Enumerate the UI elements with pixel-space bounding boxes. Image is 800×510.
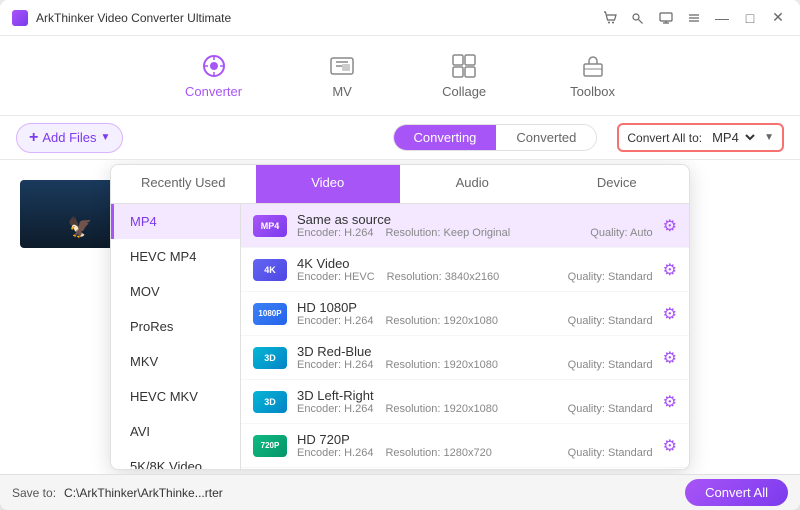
tab-audio[interactable]: Audio	[400, 165, 545, 203]
bottom-bar: Save to: C:\ArkThinker\ArkThinke...rter …	[0, 474, 800, 510]
format-list-item-mov[interactable]: MOV	[111, 274, 240, 309]
format-badge-3d-lr: 3D	[253, 391, 287, 413]
main-toolbar: + Add Files ▼ Converting Converted Conve…	[0, 116, 800, 160]
maximize-button[interactable]: □	[740, 8, 760, 28]
format-quality: Quality: Auto	[590, 227, 652, 239]
format-list-item-hevc-mkv[interactable]: HEVC MKV	[111, 379, 240, 414]
key-icon[interactable]	[628, 8, 648, 28]
converter-label: Converter	[185, 84, 242, 99]
format-encoder: Encoder: H.264	[297, 227, 373, 239]
format-option-info-3d-rb: 3D Red-Blue Encoder: H.264 Resolution: 1…	[297, 344, 653, 371]
app-window: ArkThinker Video Converter Ultimate — □ …	[0, 0, 800, 510]
collage-label: Collage	[442, 84, 486, 99]
format-option-info: Same as source Encoder: H.264 Resolution…	[297, 212, 653, 239]
mv-icon	[326, 52, 358, 80]
format-list-item-mkv[interactable]: MKV	[111, 344, 240, 379]
format-list-item-mp4[interactable]: MP4	[111, 204, 240, 239]
gear-icon-1[interactable]: ⚙	[663, 260, 677, 280]
format-option-name-4k: 4K Video	[297, 256, 653, 271]
converting-tab[interactable]: Converting	[394, 125, 497, 150]
gear-icon-2[interactable]: ⚙	[663, 304, 677, 324]
converter-icon	[198, 52, 230, 80]
format-badge-4k: 4K	[253, 259, 287, 281]
screen-icon[interactable]	[656, 8, 676, 28]
gear-icon-4[interactable]: ⚙	[663, 392, 677, 412]
save-to-label: Save to:	[12, 486, 56, 500]
main-content: 🦅 Source MKV 9... Recently Used Video Au…	[0, 160, 800, 510]
format-resolution: Resolution: Keep Original	[385, 227, 510, 239]
nav-toolbox[interactable]: Toolbox	[558, 44, 627, 107]
close-button[interactable]: ✕	[768, 8, 788, 28]
format-tabs: Recently Used Video Audio Device	[111, 165, 689, 204]
format-badge-1080p: 1080P	[253, 303, 287, 325]
gear-icon-5[interactable]: ⚙	[663, 436, 677, 456]
dropdown-arrow-icon: ▼	[101, 132, 111, 143]
format-option-info-4k: 4K Video Encoder: HEVC Resolution: 3840x…	[297, 256, 653, 283]
nav-collage[interactable]: Collage	[430, 44, 498, 107]
format-list-item-5k8k[interactable]: 5K/8K Video	[111, 449, 240, 469]
mv-label: MV	[332, 84, 352, 99]
format-list-item-prores[interactable]: ProRes	[111, 309, 240, 344]
content-area: 🦅 Source MKV 9... Recently Used Video Au…	[0, 160, 800, 474]
format-option-4k[interactable]: 4K 4K Video Encoder: HEVC Resolution: 38…	[241, 248, 689, 292]
title-bar: ArkThinker Video Converter Ultimate — □ …	[0, 0, 800, 36]
format-badge-mp4: MP4	[253, 215, 287, 237]
format-option-1080p[interactable]: 1080P HD 1080P Encoder: H.264 Resolution…	[241, 292, 689, 336]
format-option-3d-red-blue[interactable]: 3D 3D Red-Blue Encoder: H.264 Resolution…	[241, 336, 689, 380]
menu-icon[interactable]	[684, 8, 704, 28]
format-option-720p[interactable]: 720P HD 720P Encoder: H.264 Resolution: …	[241, 424, 689, 468]
minimize-button[interactable]: —	[712, 8, 732, 28]
format-option-info-1080p: HD 1080P Encoder: H.264 Resolution: 1920…	[297, 300, 653, 327]
toolbox-label: Toolbox	[570, 84, 615, 99]
format-dropdown-overlay: Recently Used Video Audio Device MP4 HEV…	[0, 160, 800, 474]
collage-icon	[448, 52, 480, 80]
top-navigation: Converter MV Collage	[0, 36, 800, 116]
gear-icon-0[interactable]: ⚙	[663, 216, 677, 236]
format-option-same-as-source[interactable]: MP4 Same as source Encoder: H.264 Resolu…	[241, 204, 689, 248]
convert-all-button[interactable]: Convert All	[685, 479, 788, 506]
app-icon	[12, 10, 28, 26]
tab-video[interactable]: Video	[256, 165, 401, 203]
cart-icon[interactable]	[600, 8, 620, 28]
convert-all-selector[interactable]: Convert All to: MP4 MKV MOV AVI ▼	[617, 123, 784, 152]
plus-icon: +	[29, 129, 38, 147]
format-option-3d-lr[interactable]: 3D 3D Left-Right Encoder: H.264 Resoluti…	[241, 380, 689, 424]
nav-mv[interactable]: MV	[314, 44, 370, 107]
format-option-info-3d-lr: 3D Left-Right Encoder: H.264 Resolution:…	[297, 388, 653, 415]
format-option-info-720p: HD 720P Encoder: H.264 Resolution: 1280x…	[297, 432, 653, 459]
select-arrow-icon: ▼	[764, 132, 774, 143]
format-list: MP4 HEVC MP4 MOV ProRes MKV HEVC MKV AVI…	[111, 204, 241, 469]
tab-recently-used[interactable]: Recently Used	[111, 165, 256, 203]
convert-all-select[interactable]: MP4 MKV MOV AVI	[708, 129, 758, 146]
format-list-item-hevc-mp4[interactable]: HEVC MP4	[111, 239, 240, 274]
converting-tabs: Converting Converted	[393, 124, 598, 151]
format-option-name: Same as source	[297, 212, 653, 227]
save-to-path: C:\ArkThinker\ArkThinke...rter	[64, 486, 677, 500]
app-title: ArkThinker Video Converter Ultimate	[36, 11, 600, 25]
window-controls: — □ ✕	[600, 8, 788, 28]
nav-converter[interactable]: Converter	[173, 44, 254, 107]
tab-device[interactable]: Device	[545, 165, 690, 203]
format-badge-720p: 720P	[253, 435, 287, 457]
gear-icon-3[interactable]: ⚙	[663, 348, 677, 368]
add-files-button[interactable]: + Add Files ▼	[16, 123, 123, 153]
format-badge-3d-rb: 3D	[253, 347, 287, 369]
format-options-list: MP4 Same as source Encoder: H.264 Resolu…	[241, 204, 689, 469]
converted-tab[interactable]: Converted	[496, 125, 596, 150]
convert-all-label: Convert All to:	[627, 131, 702, 145]
add-files-label: Add Files	[42, 130, 96, 145]
toolbox-icon	[577, 52, 609, 80]
format-list-item-avi[interactable]: AVI	[111, 414, 240, 449]
format-option-640p[interactable]: 640P 640P Encoder: H.264 Resolution: 960…	[241, 468, 689, 469]
format-body: MP4 HEVC MP4 MOV ProRes MKV HEVC MKV AVI…	[111, 204, 689, 469]
format-panel: Recently Used Video Audio Device MP4 HEV…	[110, 164, 690, 470]
